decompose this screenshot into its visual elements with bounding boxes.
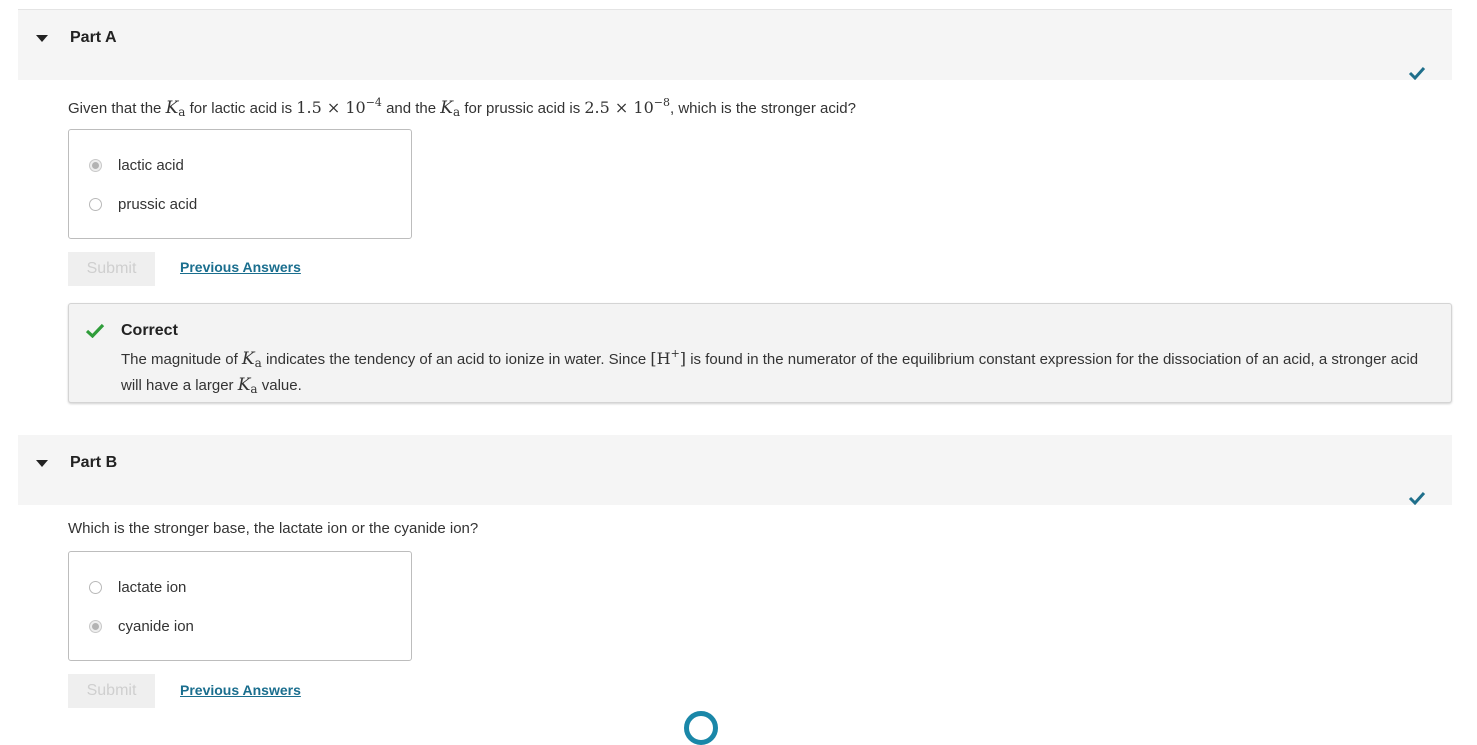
caret-down-icon[interactable] xyxy=(36,460,48,467)
part-b-header[interactable]: Part B xyxy=(18,435,1452,505)
choice-label: lactate ion xyxy=(118,578,187,596)
part-a-header[interactable]: Part A xyxy=(18,10,1452,80)
radio-button-selected[interactable] xyxy=(89,158,102,172)
part-a-submit-button[interactable]: Submit xyxy=(68,252,155,286)
part-a-previous-answers-link[interactable]: Previous Answers xyxy=(180,259,301,275)
radio-button-selected[interactable] xyxy=(89,619,102,633)
part-b-choices: lactate ion cyanide ion xyxy=(68,551,412,661)
feedback-title: Correct xyxy=(121,322,178,339)
part-b-submit-button[interactable]: Submit xyxy=(68,674,155,708)
loading-spinner-icon xyxy=(684,711,718,745)
radio-button[interactable] xyxy=(89,197,102,211)
part-b-title: Part B xyxy=(70,454,118,471)
choice-lactate-ion[interactable]: lactate ion xyxy=(89,576,186,598)
part-a-choices: lactic acid prussic acid xyxy=(68,129,412,239)
part-b-question: Which is the stronger base, the lactate … xyxy=(68,520,479,537)
choice-label: lactic acid xyxy=(118,156,184,174)
feedback-panel: Correct The magnitude of Ka indicates th… xyxy=(68,303,1452,403)
choice-prussic-acid[interactable]: prussic acid xyxy=(89,193,197,215)
part-b-previous-answers-link[interactable]: Previous Answers xyxy=(180,682,301,698)
choice-label: cyanide ion xyxy=(118,617,194,635)
choice-label: prussic acid xyxy=(118,195,198,213)
part-a-question: Given that the Ka for lactic acid is 1.5… xyxy=(68,96,856,119)
part-a-title: Part A xyxy=(70,29,117,46)
checkmark-icon xyxy=(1408,491,1426,505)
choice-lactic-acid[interactable]: lactic acid xyxy=(89,154,184,176)
checkmark-icon xyxy=(85,323,105,338)
choice-cyanide-ion[interactable]: cyanide ion xyxy=(89,615,194,637)
radio-button[interactable] xyxy=(89,580,102,594)
feedback-text: The magnitude of Ka indicates the tenden… xyxy=(121,347,1419,396)
checkmark-icon xyxy=(1408,66,1426,80)
caret-down-icon[interactable] xyxy=(36,35,48,42)
